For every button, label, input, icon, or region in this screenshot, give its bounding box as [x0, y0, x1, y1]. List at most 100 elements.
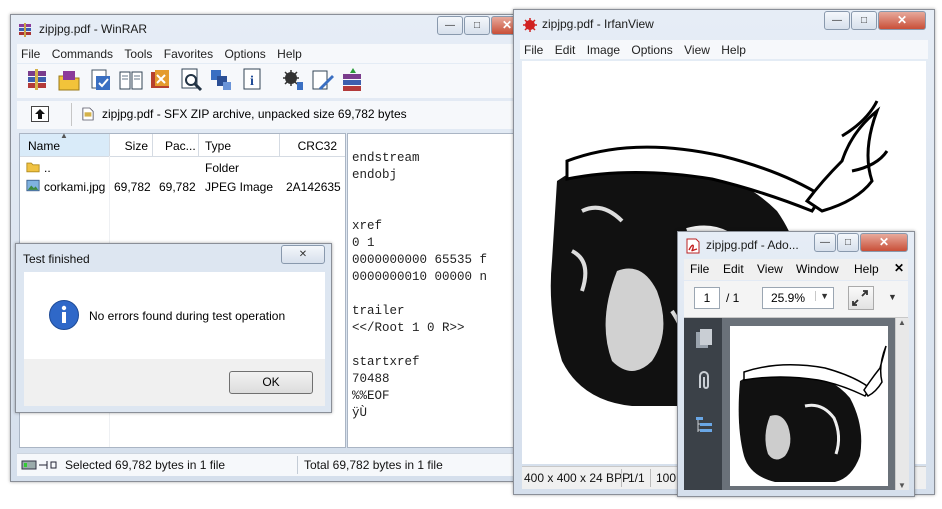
- ok-button[interactable]: OK: [229, 371, 313, 394]
- irfan-menu-image[interactable]: Image: [583, 40, 624, 57]
- view-icon[interactable]: [117, 66, 145, 94]
- test-icon[interactable]: [87, 66, 115, 94]
- scroll-up-icon[interactable]: ▲: [898, 318, 906, 327]
- archive-file-icon: [82, 107, 94, 121]
- irfanview-menubar: File Edit Image Options View Help: [520, 40, 928, 59]
- adobe-scrollbar[interactable]: ▲ ▼: [895, 318, 909, 490]
- sfx-icon[interactable]: [339, 66, 367, 94]
- file-list-header: Name ▲ Size Pac... Type CRC32: [20, 131, 345, 157]
- comment-line: endstream: [352, 151, 420, 165]
- path-field[interactable]: zipjpg.pdf - SFX ZIP archive, unpacked s…: [71, 103, 512, 126]
- extract-icon[interactable]: [55, 66, 83, 94]
- col-header-type[interactable]: Type: [199, 134, 280, 156]
- dialog-title: Test finished: [23, 252, 90, 266]
- menu-file[interactable]: File: [17, 44, 44, 61]
- wizard-icon[interactable]: [207, 66, 235, 94]
- irfanview-titlebar[interactable]: zipjpg.pdf - IrfanView — □ ✕: [514, 10, 934, 38]
- path-bar: zipjpg.pdf - SFX ZIP archive, unpacked s…: [17, 101, 517, 129]
- menu-options[interactable]: Options: [220, 44, 269, 61]
- info-icon[interactable]: i: [239, 66, 267, 94]
- zoom-value: 25.9%: [771, 291, 806, 305]
- file-row[interactable]: corkami.jpg 69,782 69,782 JPEG Image 2A1…: [20, 177, 345, 196]
- irfan-menu-edit[interactable]: Edit: [551, 40, 580, 57]
- pdf-page: [730, 326, 888, 486]
- winrar-title: zipjpg.pdf - WinRAR: [39, 22, 148, 36]
- irfanview-close-button[interactable]: ✕: [878, 11, 926, 30]
- irfanview-minimize-button[interactable]: —: [824, 11, 850, 30]
- bookmarks-icon[interactable]: [694, 414, 714, 436]
- menu-favorites[interactable]: Favorites: [160, 44, 217, 61]
- col-header-packed[interactable]: Pac...: [153, 134, 199, 156]
- svg-text:i: i: [250, 74, 254, 89]
- winrar-statusbar: Selected 69,782 bytes in 1 file Total 69…: [17, 453, 517, 476]
- comment-line: [352, 286, 487, 303]
- dialog-titlebar[interactable]: Test finished ✕: [16, 244, 331, 270]
- winrar-maximize-button[interactable]: □: [464, 16, 490, 35]
- adobe-close-button[interactable]: ✕: [860, 233, 908, 252]
- adobe-reader-window: zipjpg.pdf - Ado... — □ ✕ File Edit View…: [677, 231, 915, 497]
- adobe-maximize-button[interactable]: □: [837, 233, 859, 252]
- drive-icon: [21, 460, 57, 470]
- archive-comment-panel[interactable]: endstream endobj xref 0 1 0000000000 65535 …: [347, 133, 522, 448]
- dialog-close-button[interactable]: ✕: [281, 245, 325, 264]
- find-icon[interactable]: [177, 66, 205, 94]
- adobe-menu-edit[interactable]: Edit: [723, 262, 744, 276]
- adobe-document-area[interactable]: [722, 318, 895, 490]
- scroll-down-icon[interactable]: ▼: [898, 481, 906, 490]
- comment-line: [352, 184, 487, 201]
- irfan-menu-help[interactable]: Help: [717, 40, 750, 57]
- menu-commands[interactable]: Commands: [48, 44, 117, 61]
- pages-panel-icon[interactable]: [694, 328, 714, 350]
- document-close-icon[interactable]: ✕: [894, 261, 904, 275]
- zoom-indicator: 100: [656, 471, 677, 485]
- status-divider: [650, 469, 651, 487]
- col-header-size[interactable]: Size: [110, 134, 153, 156]
- adobe-menu-window[interactable]: Window: [796, 262, 839, 276]
- winrar-toolbar: i: [17, 64, 517, 98]
- col-header-name[interactable]: Name ▲: [20, 131, 110, 156]
- ok-button-label: OK: [262, 375, 280, 389]
- irfan-menu-options[interactable]: Options: [627, 40, 676, 57]
- comment-line: [352, 201, 487, 218]
- page-number-input[interactable]: 1: [694, 287, 720, 309]
- comment-line: 0000000000 65535 f: [352, 253, 488, 267]
- zoom-select[interactable]: 25.9% ▼: [762, 287, 834, 309]
- up-folder-button[interactable]: [31, 106, 49, 122]
- adobe-pdf-icon: [686, 238, 700, 254]
- irfan-menu-view[interactable]: View: [680, 40, 714, 57]
- dialog-message: No errors found during test operation: [89, 309, 286, 323]
- toolbar-options-icon[interactable]: ▼: [888, 292, 897, 302]
- file-row[interactable]: .. Folder: [20, 158, 345, 177]
- path-text: zipjpg.pdf - SFX ZIP archive, unpacked s…: [102, 107, 407, 121]
- attachments-icon[interactable]: [694, 370, 714, 392]
- comment-icon[interactable]: [309, 66, 337, 94]
- irfanview-title: zipjpg.pdf - IrfanView: [542, 17, 654, 31]
- adobe-titlebar[interactable]: zipjpg.pdf - Ado... — □ ✕: [678, 232, 914, 258]
- fit-page-button[interactable]: [848, 286, 874, 310]
- comment-line: 70488: [352, 372, 390, 386]
- delete-icon[interactable]: [147, 66, 175, 94]
- adobe-menu-view[interactable]: View: [757, 262, 783, 276]
- adobe-minimize-button[interactable]: —: [814, 233, 836, 252]
- file-type: JPEG Image: [205, 180, 274, 194]
- adobe-menu-help[interactable]: Help: [854, 262, 879, 276]
- status-divider: [297, 456, 298, 474]
- winrar-minimize-button[interactable]: —: [437, 16, 463, 35]
- comment-line: <</Root 1 0 R>>: [352, 321, 465, 335]
- status-divider: [621, 469, 622, 487]
- dialog-footer: OK: [24, 359, 325, 406]
- page-thumbnail-image: [738, 345, 887, 482]
- comment-line: %%EOF: [352, 389, 390, 403]
- menu-help[interactable]: Help: [273, 44, 306, 61]
- virus-scan-icon[interactable]: [279, 66, 307, 94]
- col-header-crc[interactable]: CRC32: [280, 134, 345, 156]
- adobe-menubar: File Edit View Window Help ✕: [684, 259, 908, 280]
- add-icon[interactable]: [23, 66, 51, 94]
- page-total: / 1: [726, 291, 740, 305]
- irfanview-maximize-button[interactable]: □: [851, 11, 877, 30]
- up-arrow-icon: [35, 109, 45, 119]
- irfan-menu-file[interactable]: File: [520, 40, 547, 57]
- winrar-titlebar[interactable]: zipjpg.pdf - WinRAR — □ ✕: [11, 15, 525, 43]
- menu-tools[interactable]: Tools: [120, 44, 156, 61]
- adobe-menu-file[interactable]: File: [690, 262, 709, 276]
